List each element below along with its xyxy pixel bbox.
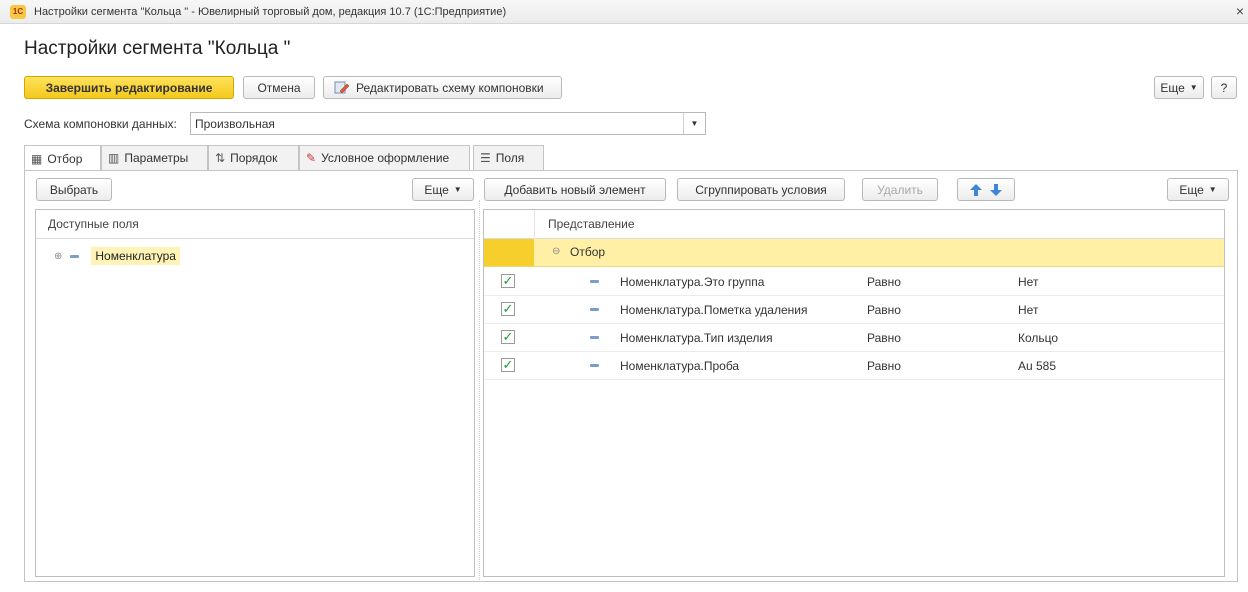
field-icon bbox=[70, 254, 80, 258]
edit-schema-icon bbox=[334, 81, 350, 93]
tree-item-label: Номенклатура bbox=[91, 247, 180, 265]
row-checkbox[interactable]: ✓ bbox=[501, 301, 515, 316]
edit-schema-button[interactable]: Редактировать схему компоновки bbox=[323, 76, 562, 99]
delete-button[interactable]: Удалить bbox=[862, 178, 938, 201]
row-value: Au 585 bbox=[1018, 358, 1057, 373]
table-row[interactable]: ✓ Номенклатура.Это группа Равно Нет bbox=[484, 268, 1224, 296]
filter-conditions-panel: Представление ⊖ Отбор ✓ Номенклатура.Это… bbox=[483, 209, 1225, 577]
order-icon: ⇅ bbox=[215, 151, 226, 165]
more-label: Еще bbox=[1179, 182, 1204, 197]
finish-editing-button[interactable]: Завершить редактирование bbox=[24, 76, 234, 99]
help-button[interactable]: ? bbox=[1211, 76, 1237, 99]
tab-parameters[interactable]: ▥ Параметры bbox=[101, 145, 208, 170]
row-condition: Равно bbox=[867, 302, 901, 317]
page-title: Настройки сегмента "Кольца " bbox=[24, 38, 291, 59]
field-icon bbox=[590, 352, 599, 379]
parameters-icon: ▥ bbox=[108, 151, 120, 165]
group-conditions-button[interactable]: Сгруппировать условия bbox=[677, 178, 845, 201]
move-buttons[interactable] bbox=[957, 178, 1015, 201]
row-checkbox[interactable]: ✓ bbox=[501, 357, 515, 372]
group-row-label: Отбор bbox=[570, 245, 606, 259]
right-more-button[interactable]: Еще ▼ bbox=[1167, 178, 1229, 201]
tab-fields[interactable]: ☰ Поля bbox=[473, 145, 544, 170]
available-fields-panel: Доступные поля ⊕ Номенклатура bbox=[35, 209, 475, 577]
row-field: Номенклатура.Тип изделия bbox=[620, 330, 773, 345]
arrow-down-icon[interactable] bbox=[989, 183, 1003, 197]
row-checkbox[interactable]: ✓ bbox=[501, 273, 515, 288]
table-row[interactable]: ✓ Номенклатура.Проба Равно Au 585 bbox=[484, 352, 1224, 380]
conditional-format-icon: ✎ bbox=[306, 151, 317, 165]
add-element-button[interactable]: Добавить новый элемент bbox=[484, 178, 666, 201]
window-title: Настройки сегмента "Кольца " - Ювелирный… bbox=[34, 5, 507, 18]
tab-label: Порядок bbox=[230, 151, 278, 165]
field-icon bbox=[590, 324, 599, 351]
more-label: Еще bbox=[424, 182, 449, 197]
tab-order[interactable]: ⇅ Порядок bbox=[208, 145, 299, 170]
available-fields-header: Доступные поля bbox=[36, 210, 474, 239]
row-field: Номенклатура.Проба bbox=[620, 358, 740, 373]
tab-label: Отбор bbox=[47, 151, 83, 166]
more-label: Еще bbox=[1160, 80, 1185, 95]
row-condition: Равно bbox=[867, 358, 901, 373]
expand-plus-icon[interactable]: ⊕ bbox=[54, 251, 62, 262]
table-row[interactable]: ✓ Номенклатура.Пометка удаления Равно Не… bbox=[484, 296, 1224, 324]
presentation-header: Представление bbox=[484, 210, 1224, 239]
schema-value: Произвольная bbox=[195, 116, 275, 131]
group-row-selected[interactable]: ⊖ Отбор bbox=[484, 239, 1224, 267]
field-icon bbox=[590, 296, 599, 323]
cancel-button[interactable]: Отмена bbox=[243, 76, 315, 99]
arrow-up-icon[interactable] bbox=[969, 183, 983, 197]
field-icon bbox=[590, 268, 599, 295]
chevron-down-icon: ▼ bbox=[1208, 185, 1217, 194]
tab-label: Условное оформление bbox=[321, 151, 450, 165]
column-divider bbox=[534, 210, 535, 239]
panel-splitter[interactable] bbox=[479, 200, 480, 580]
chevron-down-icon: ▼ bbox=[1189, 83, 1198, 92]
row-gutter bbox=[484, 239, 534, 266]
select-button[interactable]: Выбрать bbox=[36, 178, 112, 201]
row-field: Номенклатура.Это группа bbox=[620, 274, 765, 289]
close-icon[interactable]: × bbox=[1236, 3, 1244, 19]
app-logo-icon: 1С bbox=[10, 4, 26, 19]
chevron-down-icon: ▼ bbox=[453, 185, 462, 194]
row-value: Нет bbox=[1018, 274, 1039, 289]
tree-item[interactable]: ⊕ Номенклатура bbox=[54, 247, 180, 265]
schema-label: Схема компоновки данных: bbox=[24, 117, 177, 131]
tab-conditional-format[interactable]: ✎ Условное оформление bbox=[299, 145, 470, 170]
collapse-minus-icon[interactable]: ⊖ bbox=[552, 246, 560, 257]
left-more-button[interactable]: Еще ▼ bbox=[412, 178, 474, 201]
chevron-down-icon[interactable]: ▼ bbox=[683, 113, 705, 134]
edit-schema-label: Редактировать схему компоновки bbox=[356, 80, 544, 95]
row-condition: Равно bbox=[867, 274, 901, 289]
row-condition: Равно bbox=[867, 330, 901, 345]
table-row[interactable]: ✓ Номенклатура.Тип изделия Равно Кольцо bbox=[484, 324, 1224, 352]
tab-filter[interactable]: ▦ Отбор bbox=[24, 145, 101, 171]
fields-icon: ☰ bbox=[480, 151, 491, 165]
row-value: Кольцо bbox=[1018, 330, 1059, 345]
tab-label: Поля bbox=[495, 151, 525, 165]
schema-select[interactable]: Произвольная ▼ bbox=[190, 112, 706, 135]
more-button[interactable]: Еще ▼ bbox=[1154, 76, 1204, 99]
row-checkbox[interactable]: ✓ bbox=[501, 329, 515, 344]
row-field: Номенклатура.Пометка удаления bbox=[620, 302, 808, 317]
tab-label: Параметры bbox=[124, 151, 189, 165]
filter-icon: ▦ bbox=[31, 151, 43, 166]
row-value: Нет bbox=[1018, 302, 1039, 317]
window-title-bar: 1С Настройки сегмента "Кольца " - Ювелир… bbox=[0, 0, 1248, 24]
